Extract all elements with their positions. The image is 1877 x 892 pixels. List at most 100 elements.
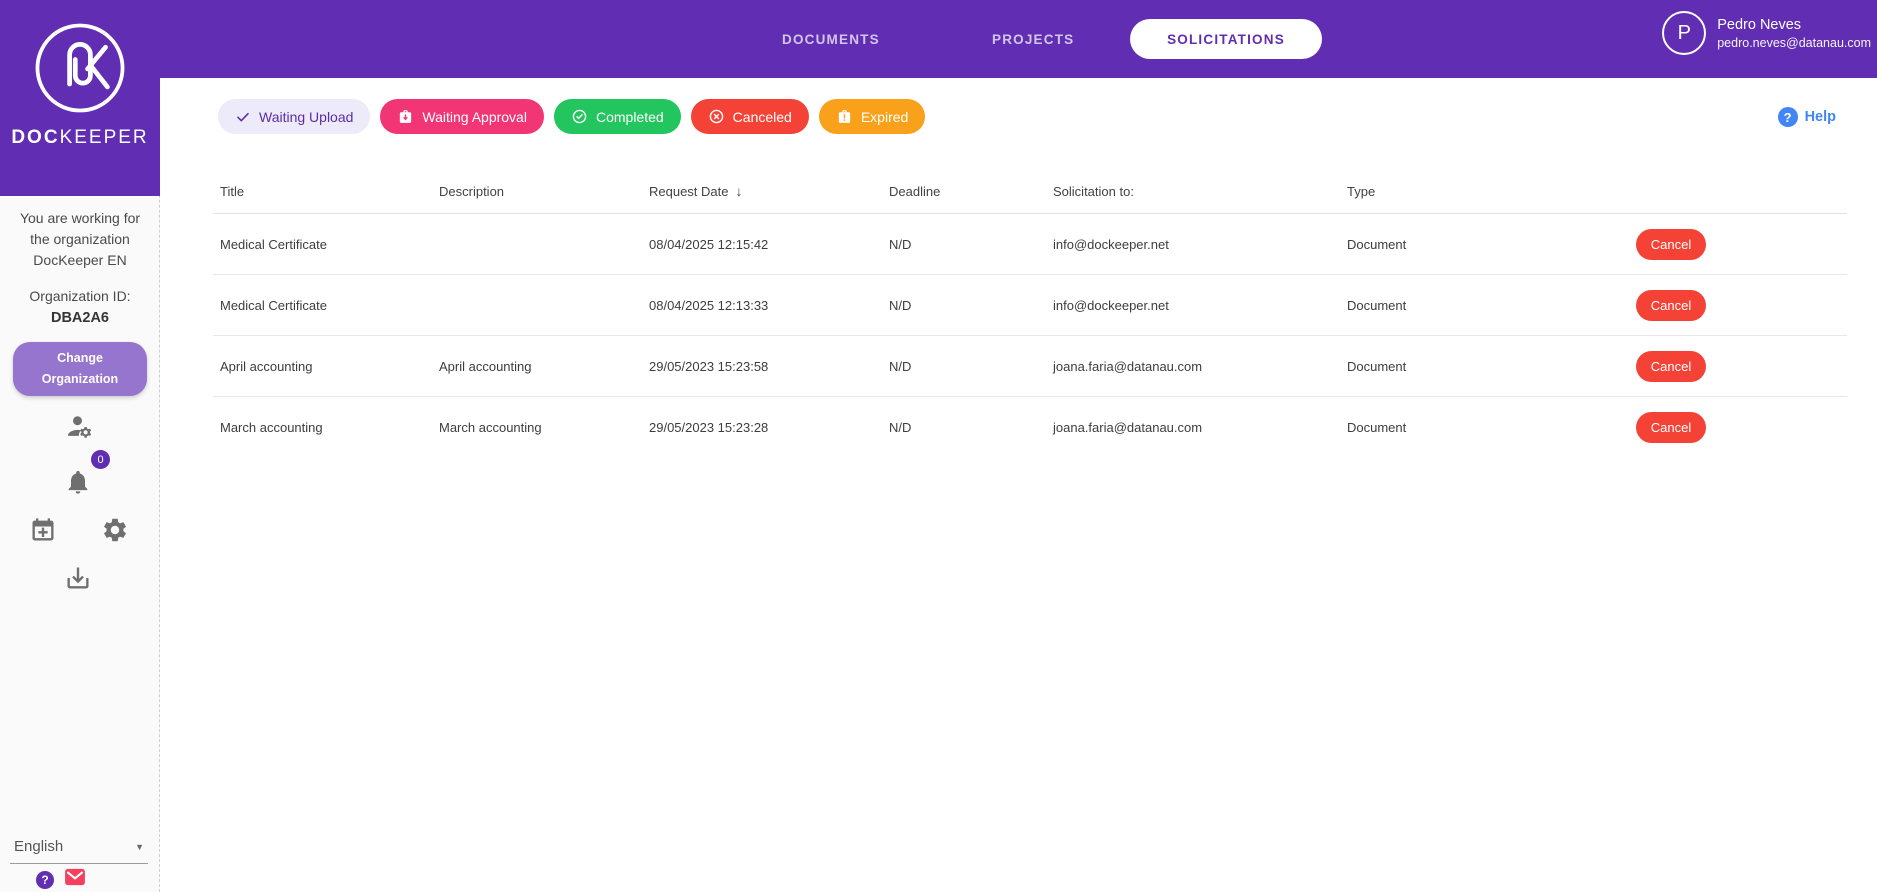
status-filter-chips: Waiting Upload Waiting Approval Complete… xyxy=(218,99,926,134)
cancel-button[interactable]: Cancel xyxy=(1635,350,1707,382)
brand-name-light: KEEPER xyxy=(59,127,149,148)
calendar-add-icon[interactable] xyxy=(29,516,57,549)
contact-email-icon[interactable] xyxy=(64,868,86,891)
notification-count-badge: 0 xyxy=(91,450,110,469)
settings-gear-icon[interactable] xyxy=(101,516,129,549)
change-org-line2: Organization xyxy=(41,372,119,386)
row-solicitation-to: info@dockeeper.net xyxy=(1053,297,1169,313)
organization-id-value: DBA2A6 xyxy=(50,310,109,326)
row-title: April accounting xyxy=(220,358,313,374)
language-value: English xyxy=(14,838,64,855)
filter-chip-expired[interactable]: Expired xyxy=(818,99,926,134)
row-description: April accounting xyxy=(439,358,532,374)
cancel-button[interactable]: Cancel xyxy=(1635,289,1707,321)
row-deadline: N/D xyxy=(889,236,912,252)
row-actions: Cancel xyxy=(1540,350,1847,382)
filter-chip-label: Expired xyxy=(860,108,909,125)
help-question-icon[interactable]: ? xyxy=(36,870,54,889)
row-description: March accounting xyxy=(439,420,542,435)
sidebar-footer-icons: ? xyxy=(36,868,86,891)
x-circle-icon xyxy=(708,108,725,125)
download-icon[interactable] xyxy=(64,564,92,597)
avatar[interactable]: P xyxy=(1662,11,1707,55)
brand-name-bold: DOC xyxy=(11,127,60,148)
help-link[interactable]: ? Help xyxy=(1777,107,1836,127)
row-request-date: 29/05/2023 15:23:58 xyxy=(649,358,769,374)
change-organization-button[interactable]: Change Organization xyxy=(13,342,147,396)
filter-chip-canceled[interactable]: Canceled xyxy=(690,99,809,134)
change-org-line1: Change xyxy=(57,351,103,366)
row-type: Document xyxy=(1347,358,1407,374)
row-actions: Cancel xyxy=(1540,412,1847,443)
user-email: pedro.neves@datanau.com xyxy=(1717,35,1871,50)
check-circle-icon xyxy=(571,108,588,125)
help-question-circle-icon: ? xyxy=(1777,107,1798,127)
briefcase-down-arrow-icon xyxy=(397,108,414,125)
check-icon xyxy=(235,109,251,125)
table-row: Medical Certificate 08/04/2025 12:13:33 … xyxy=(213,275,1847,336)
row-actions: Cancel xyxy=(1540,289,1847,321)
row-title: Medical Certificate xyxy=(220,236,327,252)
cancel-button[interactable]: Cancel xyxy=(1635,228,1707,260)
page: DOCUMENTS PROJECTS SOLICITATIONS P Pedro… xyxy=(0,0,1877,892)
briefcase-alert-icon xyxy=(836,108,853,125)
tab-solicitations[interactable]: SOLICITATIONS xyxy=(1130,19,1322,59)
table-row: Medical Certificate 08/04/2025 12:15:42 … xyxy=(213,214,1847,275)
column-header-request-date[interactable]: Request Date ↓ xyxy=(642,183,882,199)
filter-chip-waiting-approval[interactable]: Waiting Approval xyxy=(380,99,544,134)
user-profile[interactable]: P Pedro Neves pedro.neves@datanau.com xyxy=(1662,11,1871,55)
table-row: March accounting March accounting 29/05/… xyxy=(213,397,1847,458)
tab-documents[interactable]: DOCUMENTS xyxy=(782,0,880,78)
sidebar-brand-header: DOCKEEPER xyxy=(0,0,160,196)
row-type: Document xyxy=(1347,420,1407,435)
user-name: Pedro Neves xyxy=(1717,16,1802,33)
column-header-type[interactable]: Type xyxy=(1340,184,1540,199)
row-request-date: 08/04/2025 12:13:33 xyxy=(649,297,769,313)
row-deadline: N/D xyxy=(889,420,912,435)
row-request-date: 29/05/2023 15:23:28 xyxy=(649,420,769,435)
top-navigation-bar: DOCUMENTS PROJECTS SOLICITATIONS P Pedro… xyxy=(0,0,1877,78)
column-header-title[interactable]: Title xyxy=(213,184,432,199)
filter-chip-label: Completed xyxy=(595,108,664,125)
chevron-down-icon: ▼ xyxy=(135,841,144,852)
row-solicitation-to: joana.faria@datanau.com xyxy=(1053,420,1203,435)
filter-chip-label: Waiting Upload xyxy=(259,108,354,125)
row-deadline: N/D xyxy=(889,297,912,313)
tab-projects[interactable]: PROJECTS xyxy=(992,0,1074,78)
row-actions: Cancel xyxy=(1540,228,1847,260)
organization-id-label: Organization ID: xyxy=(29,288,131,304)
filter-chip-label: Canceled xyxy=(732,108,792,125)
row-solicitation-to: joana.faria@datanau.com xyxy=(1053,358,1203,374)
manage-users-icon[interactable] xyxy=(65,412,95,447)
filter-chip-waiting-upload[interactable]: Waiting Upload xyxy=(218,99,371,134)
sidebar: DOCKEEPER You are working for the organi… xyxy=(0,0,160,892)
working-for-text: You are working for the organization Doc… xyxy=(0,208,160,271)
column-header-solicitation-to[interactable]: Solicitation to: xyxy=(1046,184,1340,199)
table-row: April accounting April accounting 29/05/… xyxy=(213,336,1847,397)
table-header-row: Title Description Request Date ↓ Deadline… xyxy=(213,169,1847,214)
solicitations-table: Title Description Request Date ↓ Deadline… xyxy=(213,169,1847,458)
working-for-line2: the organization xyxy=(30,231,130,247)
row-type: Document xyxy=(1347,297,1407,313)
dockeeper-logo-icon xyxy=(35,23,125,113)
row-title: Medical Certificate xyxy=(220,297,327,313)
row-request-date: 08/04/2025 12:15:42 xyxy=(649,236,769,252)
working-for-line1: You are working for xyxy=(19,210,141,226)
row-title: March accounting xyxy=(220,420,323,435)
column-header-description[interactable]: Description xyxy=(432,184,642,199)
user-info: Pedro Neves pedro.neves@datanau.com xyxy=(1717,17,1871,50)
row-deadline: N/D xyxy=(889,358,912,374)
notifications-bell-icon[interactable] xyxy=(64,468,92,501)
working-for-line3: DocKeeper EN xyxy=(33,252,127,268)
row-type: Document xyxy=(1347,236,1407,252)
filter-chip-label: Waiting Approval xyxy=(422,108,527,125)
cancel-button[interactable]: Cancel xyxy=(1635,412,1707,443)
column-header-label: Request Date xyxy=(649,184,729,199)
help-label: Help xyxy=(1804,109,1836,125)
language-select[interactable]: English ▼ xyxy=(10,836,148,864)
row-solicitation-to: info@dockeeper.net xyxy=(1053,236,1169,252)
sort-descending-icon[interactable]: ↓ xyxy=(736,183,743,199)
column-header-deadline[interactable]: Deadline xyxy=(882,184,1046,199)
filter-chip-completed[interactable]: Completed xyxy=(553,99,681,134)
brand-name: DOCKEEPER xyxy=(0,127,160,149)
